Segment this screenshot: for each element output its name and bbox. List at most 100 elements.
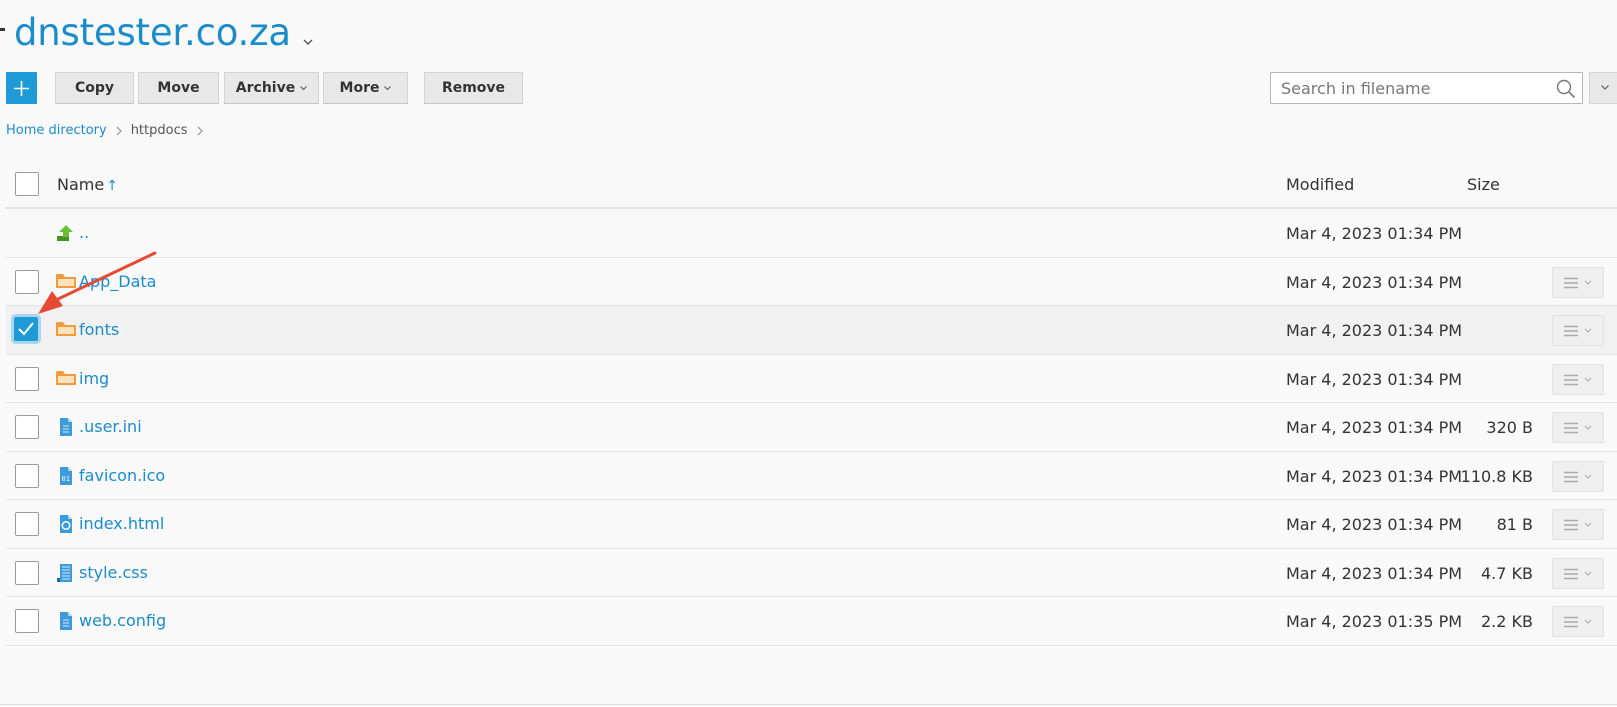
file-modified: Mar 4, 2023 01:34 PM <box>1286 272 1463 292</box>
file-modified: Mar 4, 2023 01:34 PM <box>1286 224 1463 243</box>
sort-ascending-icon: ↑ <box>106 178 118 194</box>
toolbar: Copy Move Archive More Remove <box>6 72 1617 104</box>
file-size: 110.8 KB <box>1460 466 1533 486</box>
edge-fragment <box>0 28 5 31</box>
file-name-link[interactable]: App_Data <box>79 272 156 291</box>
folder-icon <box>56 321 76 339</box>
hamburger-menu-icon <box>1564 374 1592 385</box>
copy-button-label: Copy <box>74 80 115 96</box>
row-actions-menu[interactable] <box>1552 412 1604 443</box>
binary-file-icon: 01 <box>56 466 76 485</box>
table-row[interactable]: 01 favicon.ico Mar 4, 2023 01:34 PM 110.… <box>6 451 1617 500</box>
file-modified: Mar 4, 2023 01:34 PM <box>1286 418 1463 437</box>
table-row[interactable]: img Mar 4, 2023 01:34 PM <box>6 354 1617 403</box>
hamburger-menu-icon <box>1564 471 1592 482</box>
row-actions-menu[interactable] <box>1552 606 1604 637</box>
row-checkbox[interactable] <box>15 415 39 439</box>
table-header: Name ↑ Modified Size <box>6 159 1617 209</box>
row-actions-menu[interactable] <box>1552 363 1604 395</box>
archive-button-label: Archive <box>235 80 296 96</box>
parent-directory-icon <box>56 224 76 242</box>
file-modified: Mar 4, 2023 01:34 PM <box>1286 563 1463 583</box>
hamburger-menu-icon <box>1564 277 1592 288</box>
chevron-down-icon <box>1601 85 1609 90</box>
svg-text:01: 01 <box>62 475 70 483</box>
row-checkbox[interactable] <box>15 609 39 633</box>
row-actions-menu[interactable] <box>1552 315 1604 346</box>
table-row[interactable]: style.css Mar 4, 2023 01:34 PM 4.7 KB <box>6 548 1617 597</box>
file-modified: Mar 4, 2023 01:34 PM <box>1286 369 1463 389</box>
move-button[interactable]: Move <box>138 72 219 104</box>
file-table: Name ↑ Modified Size .. Mar 4, 2023 01:34… <box>6 159 1617 646</box>
file-name-link[interactable]: favicon.ico <box>79 466 165 485</box>
column-header-name-label: Name <box>57 175 105 194</box>
chevron-down-icon <box>300 85 308 90</box>
page-header: dnstester.co.za <box>14 8 313 56</box>
file-name-link[interactable]: style.css <box>79 563 148 582</box>
text-file-icon <box>56 612 76 630</box>
add-button[interactable] <box>6 72 37 104</box>
hamburger-menu-icon <box>1564 519 1592 531</box>
row-checkbox-checked[interactable] <box>14 317 38 341</box>
folder-icon <box>56 370 76 388</box>
file-modified: Mar 4, 2023 01:35 PM <box>1286 612 1463 631</box>
row-actions-menu[interactable] <box>1552 460 1604 492</box>
table-row[interactable]: .user.ini Mar 4, 2023 01:34 PM 320 B <box>6 403 1617 452</box>
table-row[interactable]: web.config Mar 4, 2023 01:35 PM 2.2 KB <box>6 597 1617 646</box>
search-icon[interactable] <box>1556 79 1576 99</box>
table-row[interactable]: .. Mar 4, 2023 01:34 PM <box>6 209 1617 258</box>
row-checkbox[interactable] <box>15 463 39 488</box>
chevron-down-icon[interactable] <box>303 31 313 45</box>
hamburger-menu-icon <box>1564 616 1592 628</box>
hamburger-menu-icon <box>1564 422 1592 434</box>
move-button-label: Move <box>157 80 200 96</box>
file-name-link[interactable]: img <box>79 369 109 388</box>
chevron-right-icon <box>197 126 203 135</box>
file-name-link[interactable]: .user.ini <box>79 417 142 436</box>
remove-button[interactable]: Remove <box>424 72 523 104</box>
checkmark-icon <box>18 322 34 336</box>
breadcrumb: Home directory httpdocs <box>6 123 203 138</box>
row-actions-menu[interactable] <box>1552 509 1604 540</box>
file-modified: Mar 4, 2023 01:34 PM <box>1286 466 1463 486</box>
file-size: 320 B <box>1486 418 1533 437</box>
file-size: 4.7 KB <box>1481 563 1533 583</box>
html-file-icon <box>56 515 76 533</box>
file-name-link[interactable]: index.html <box>79 514 164 533</box>
remove-button-label: Remove <box>441 80 506 96</box>
copy-button[interactable]: Copy <box>55 72 134 104</box>
hamburger-menu-icon <box>1564 325 1592 337</box>
column-header-modified[interactable]: Modified <box>1286 175 1354 194</box>
search-options-button[interactable] <box>1589 72 1617 104</box>
archive-button[interactable]: Archive <box>224 72 319 104</box>
row-actions-menu[interactable] <box>1552 266 1604 298</box>
column-header-size[interactable]: Size <box>1467 175 1500 194</box>
column-header-name[interactable]: Name ↑ <box>57 175 118 194</box>
row-checkbox[interactable] <box>15 560 39 585</box>
row-checkbox[interactable] <box>15 366 39 391</box>
table-row[interactable]: index.html Mar 4, 2023 01:34 PM 81 B <box>6 500 1617 549</box>
file-size: 2.2 KB <box>1481 612 1533 631</box>
row-checkbox[interactable] <box>15 512 39 536</box>
file-name-link[interactable]: .. <box>79 223 89 242</box>
search-input[interactable] <box>1271 73 1541 103</box>
search-box <box>1270 72 1583 104</box>
row-actions-menu[interactable] <box>1552 557 1604 589</box>
row-checkbox[interactable] <box>15 269 39 294</box>
text-file-icon <box>56 418 76 436</box>
more-button[interactable]: More <box>323 72 408 104</box>
css-file-icon <box>56 563 76 582</box>
breadcrumb-httpdocs[interactable]: httpdocs <box>131 123 188 138</box>
folder-icon <box>56 273 76 291</box>
table-row[interactable]: App_Data Mar 4, 2023 01:34 PM <box>6 257 1617 306</box>
chevron-right-icon <box>116 126 122 135</box>
file-modified: Mar 4, 2023 01:34 PM <box>1286 321 1463 340</box>
more-button-label: More <box>339 80 380 96</box>
breadcrumb-home-directory[interactable]: Home directory <box>6 123 107 138</box>
page-title: dnstester.co.za <box>14 10 291 54</box>
file-name-link[interactable]: fonts <box>79 320 119 339</box>
select-all-checkbox[interactable] <box>15 172 39 196</box>
table-row[interactable]: fonts Mar 4, 2023 01:34 PM <box>6 306 1617 355</box>
file-name-link[interactable]: web.config <box>79 611 166 630</box>
file-size: 81 B <box>1496 515 1533 534</box>
